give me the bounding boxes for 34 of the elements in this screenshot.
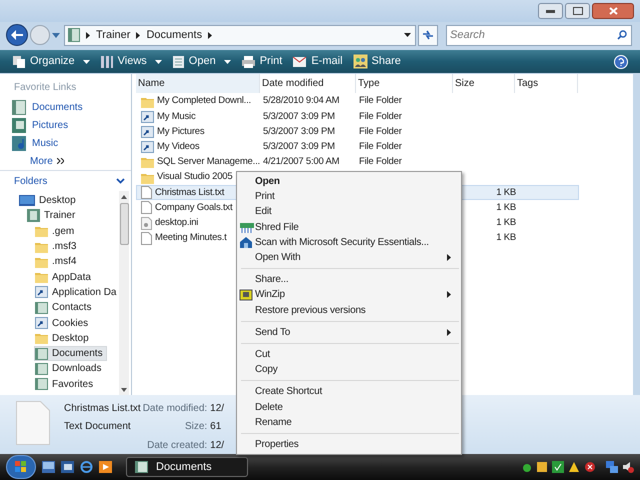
section-heading: Favorite Links: [13, 81, 78, 95]
type-text: File Folder: [359, 110, 402, 122]
file-name: SQL Server Manageme...: [157, 155, 260, 170]
type-text: File Folder: [359, 95, 402, 106]
field-value: 61: [210, 420, 222, 434]
file-name: My Completed Downl...: [157, 94, 252, 108]
type-text: File Folder: [359, 141, 402, 152]
file-name: Meeting Minutes.t: [155, 231, 227, 246]
file-name: My Pictures: [157, 124, 204, 139]
file-name: Christmas List.txt: [64, 402, 141, 416]
field-label: Date created:: [146, 438, 208, 453]
file-name: Christmas List.txt: [155, 186, 224, 200]
file-name: Company Goals.txt: [155, 200, 232, 215]
file-type: Text Document: [64, 420, 132, 434]
field-label: Size:: [184, 420, 208, 434]
date-text: 5/28/2010 9:04 AM: [263, 95, 340, 106]
file-name: desktop.ini: [155, 216, 198, 230]
file-name: My Music: [157, 110, 196, 124]
file-name: Visual Studio 2005: [157, 170, 232, 184]
date-text: 4/21/2007 5:00 AM: [263, 156, 340, 168]
date-text: 5/3/2007 3:09 PM: [263, 126, 335, 137]
size-text: 1 KB: [496, 231, 516, 246]
section-heading: Folders: [14, 174, 48, 188]
file-name: My Videos: [157, 140, 200, 154]
size-text: 1 KB: [496, 200, 516, 215]
date-text: 5/3/2007 3:09 PM: [263, 141, 335, 152]
size-text: 1 KB: [496, 186, 516, 200]
size-text: 1 KB: [496, 216, 516, 230]
field-value: 12/: [210, 438, 224, 453]
type-text: File Folder: [359, 126, 402, 137]
field-label: Date modified:: [142, 402, 208, 416]
field-value: 12/: [210, 402, 224, 416]
type-text: File Folder: [359, 156, 402, 168]
date-text: 5/3/2007 3:09 PM: [263, 110, 335, 122]
